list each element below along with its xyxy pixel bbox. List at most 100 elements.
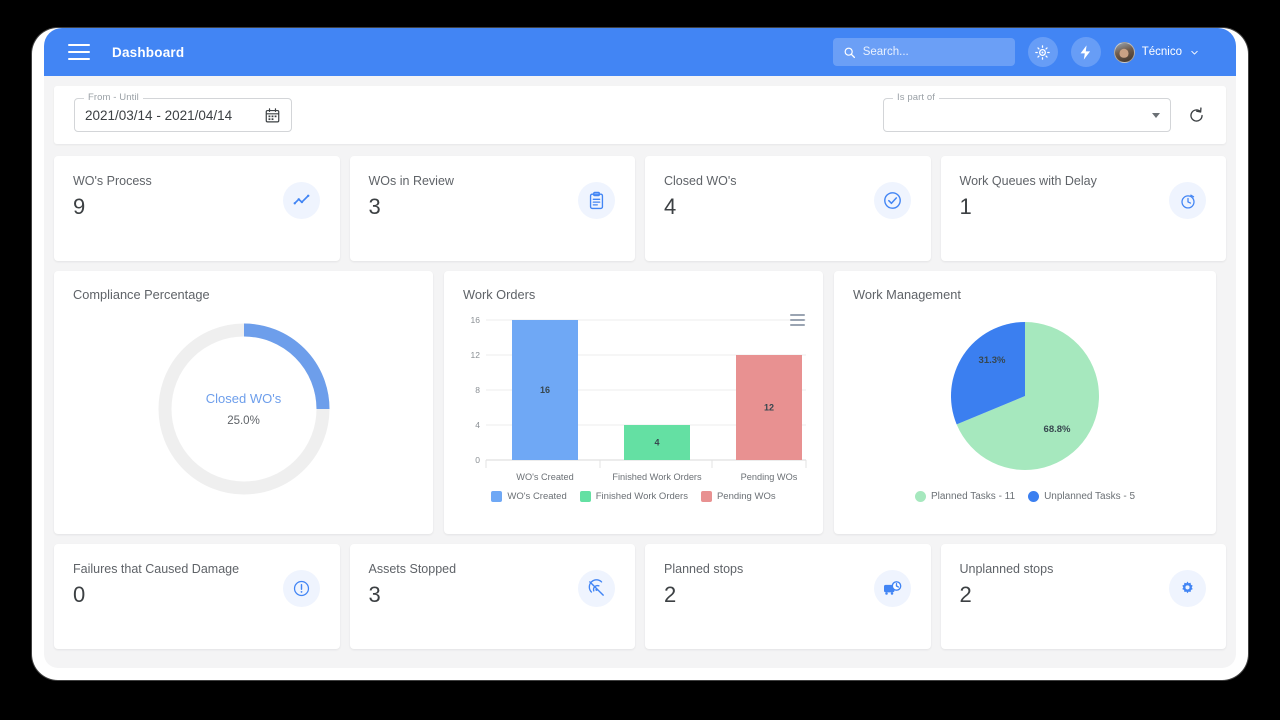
kpi-card-wos-process[interactable]: WO's Process 9: [54, 156, 340, 261]
kpi-card-assets-stopped[interactable]: Assets Stopped 3: [350, 544, 636, 649]
user-name: Técnico: [1142, 46, 1182, 58]
chevron-down-icon: [1189, 47, 1200, 58]
user-menu[interactable]: Técnico: [1114, 42, 1200, 63]
brightness-icon-button[interactable]: [1028, 37, 1058, 67]
page-title: Dashboard: [112, 45, 184, 60]
kpi-icon-wrapper: [578, 182, 615, 219]
legend-item-unplanned-tasks[interactable]: Unplanned Tasks - 5: [1028, 491, 1135, 502]
charts-row: Compliance Percentage Closed WO's 25.0%: [54, 271, 1226, 534]
app-viewport: Dashboard: [44, 28, 1236, 668]
legend-swatch: [491, 491, 502, 502]
work-orders-bar-chart[interactable]: 16 12 8 4 0: [454, 308, 814, 486]
date-range-field[interactable]: From - Until 2021/03/14 - 2021/04/14: [74, 98, 292, 132]
legend-label: Pending WOs: [717, 491, 776, 502]
legend-item-wos-created[interactable]: WO's Created: [491, 491, 566, 502]
legend-label: Unplanned Tasks - 5: [1044, 491, 1135, 502]
kpi-icon-wrapper: [874, 182, 911, 219]
is-part-of-legend: Is part of: [893, 92, 939, 103]
trending-line-icon: [292, 191, 311, 210]
flash-icon: [1077, 44, 1094, 61]
kpi-label: Assets Stopped: [369, 562, 618, 576]
filter-bar: From - Until 2021/03/14 - 2021/04/14: [54, 86, 1226, 144]
card-work-orders: Work Orders: [444, 271, 823, 534]
date-range-value: 2021/03/14 - 2021/04/14: [85, 108, 232, 123]
brightness-icon: [1034, 44, 1051, 61]
chart-menu-icon[interactable]: [790, 314, 805, 326]
gear-icon: [1178, 579, 1197, 598]
refresh-button[interactable]: [1187, 106, 1206, 125]
timer-delay-icon: [1179, 192, 1197, 210]
legend-item-pending-wos[interactable]: Pending WOs: [701, 491, 776, 502]
kpi-label: Unplanned stops: [960, 562, 1209, 576]
svg-text:WO's Created: WO's Created: [516, 472, 573, 482]
kpi-card-failures-caused-damage[interactable]: Failures that Caused Damage 0: [54, 544, 340, 649]
svg-text:12: 12: [763, 403, 773, 413]
kpi-label: WO's Process: [73, 174, 322, 188]
check-circle-icon: [882, 190, 903, 211]
card-title: Compliance Percentage: [54, 287, 433, 302]
card-title: Work Orders: [444, 287, 823, 302]
kpi-icon-wrapper: [1169, 182, 1206, 219]
flash-icon-button[interactable]: [1071, 37, 1101, 67]
kpi-icon-wrapper: [283, 182, 320, 219]
pie-chart-legend: Planned Tasks - 11 Unplanned Tasks - 5: [834, 491, 1216, 502]
x-axis-labels: WO's Created Finished Work Orders Pendin…: [516, 472, 797, 482]
legend-item-finished-work-orders[interactable]: Finished Work Orders: [580, 491, 688, 502]
legend-dot: [915, 491, 926, 502]
card-compliance-percentage: Compliance Percentage Closed WO's 25.0%: [54, 271, 433, 534]
app-bar-actions: Técnico: [833, 37, 1222, 67]
pie-label-unplanned-percent: 31.3%: [979, 355, 1006, 366]
legend-dot: [1028, 491, 1039, 502]
dashboard-content: From - Until 2021/03/14 - 2021/04/14: [44, 76, 1236, 668]
compliance-donut-chart[interactable]: Closed WO's 25.0%: [151, 316, 337, 502]
svg-text:8: 8: [475, 385, 480, 395]
hamburger-menu-icon[interactable]: [68, 44, 90, 60]
kpi-icon-wrapper: [578, 570, 615, 607]
alert-circle-icon: [292, 579, 311, 598]
calendar-icon[interactable]: [264, 107, 281, 124]
card-title: Work Management: [834, 287, 1216, 302]
kpi-card-closed-wos[interactable]: Closed WO's 4: [645, 156, 931, 261]
kpi-label: Work Queues with Delay: [960, 174, 1209, 188]
svg-text:16: 16: [539, 385, 549, 395]
is-part-of-select[interactable]: Is part of: [883, 98, 1171, 132]
kpi-label: Planned stops: [664, 562, 913, 576]
legend-label: Planned Tasks - 11: [931, 491, 1015, 502]
search-box[interactable]: [833, 38, 1015, 66]
kpi-label: Closed WO's: [664, 174, 913, 188]
donut-center-value: 25.0%: [227, 415, 260, 427]
search-icon: [843, 46, 856, 59]
schedule-vehicle-icon: [882, 579, 902, 599]
kpi-row-top: WO's Process 9 WOs in Review: [54, 156, 1226, 261]
search-input[interactable]: [863, 46, 1005, 58]
kpi-label: Failures that Caused Damage: [73, 562, 322, 576]
card-work-management: Work Management 68.8% 31.3% Planned Task…: [834, 271, 1216, 534]
svg-text:16: 16: [470, 315, 480, 325]
date-range-legend: From - Until: [84, 92, 143, 103]
svg-text:0: 0: [475, 455, 480, 465]
pie-label-planned-percent: 68.8%: [1044, 424, 1071, 435]
refresh-icon: [1187, 106, 1206, 125]
avatar: [1114, 42, 1135, 63]
kpi-card-wos-in-review[interactable]: WOs in Review 3: [350, 156, 636, 261]
kpi-icon-wrapper: [1169, 570, 1206, 607]
svg-text:Pending WOs: Pending WOs: [740, 472, 797, 482]
donut-center-labels: Closed WO's 25.0%: [151, 316, 337, 502]
kpi-icon-wrapper: [874, 570, 911, 607]
chevron-down-icon[interactable]: [1152, 113, 1160, 118]
legend-item-planned-tasks[interactable]: Planned Tasks - 11: [915, 491, 1015, 502]
app-bar: Dashboard: [44, 28, 1236, 76]
legend-swatch: [701, 491, 712, 502]
work-management-pie-chart[interactable]: 68.8% 31.3%: [939, 310, 1111, 482]
kpi-card-planned-stops[interactable]: Planned stops 2: [645, 544, 931, 649]
donut-center-label: Closed WO's: [206, 391, 281, 406]
kpi-card-unplanned-stops[interactable]: Unplanned stops 2: [941, 544, 1227, 649]
kpi-card-work-queues-delay[interactable]: Work Queues with Delay 1: [941, 156, 1227, 261]
svg-text:12: 12: [470, 350, 480, 360]
svg-text:Finished Work Orders: Finished Work Orders: [612, 472, 702, 482]
legend-label: WO's Created: [507, 491, 566, 502]
y-axis-ticks: 16 12 8 4 0: [470, 315, 480, 465]
svg-text:4: 4: [475, 420, 480, 430]
kpi-icon-wrapper: [283, 570, 320, 607]
signal-off-icon: [587, 579, 606, 598]
